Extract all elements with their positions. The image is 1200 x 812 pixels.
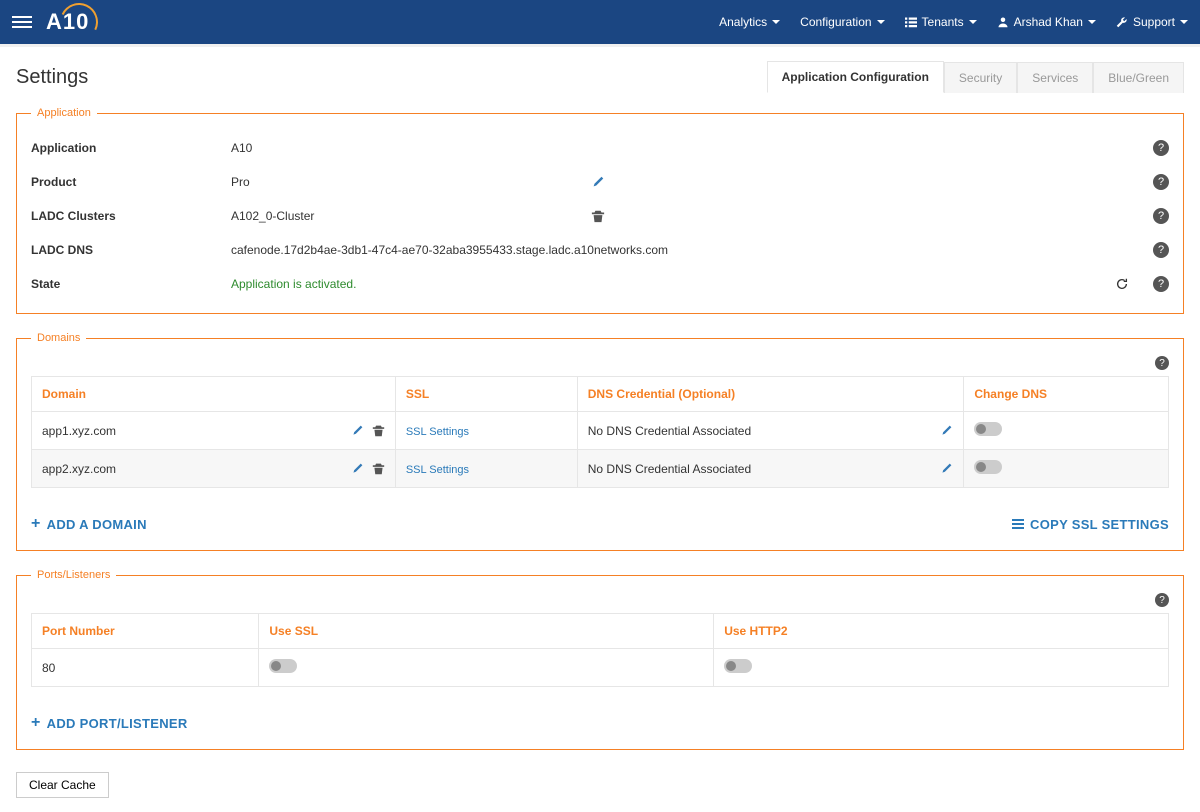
delete-icon[interactable] <box>372 462 385 475</box>
nav-configuration[interactable]: Configuration <box>800 15 884 29</box>
page-header: Settings Application Configuration Secur… <box>16 61 1184 93</box>
row-clusters: LADC Clusters A102_0-Cluster ? <box>31 199 1169 233</box>
application-legend: Application <box>31 107 97 119</box>
brand-logo[interactable]: A10 <box>46 9 89 35</box>
help-icon[interactable]: ? <box>1155 356 1169 370</box>
use-ssl-toggle[interactable] <box>269 659 297 673</box>
domain-name: app2.xyz.com <box>42 462 351 476</box>
domains-actions: +Add A Domain Copy SSL Settings <box>31 488 1169 538</box>
help-icon[interactable]: ? <box>1153 174 1169 190</box>
domain-name: app1.xyz.com <box>42 424 351 438</box>
col-use-ssl: Use SSL <box>259 614 714 649</box>
table-row: app1.xyz.com SSL Settings No DNS Credent… <box>32 412 1169 450</box>
domains-table: Domain SSL DNS Credential (Optional) Cha… <box>31 376 1169 488</box>
nav-analytics[interactable]: Analytics <box>719 15 780 29</box>
nav-user[interactable]: Arshad Khan <box>997 15 1096 29</box>
edit-icon[interactable] <box>940 462 953 475</box>
col-domain: Domain <box>32 377 396 412</box>
chevron-down-icon <box>1180 20 1188 24</box>
copy-ssl-settings-button[interactable]: Copy SSL Settings <box>1012 517 1169 532</box>
table-row: 80 <box>32 649 1169 687</box>
page-title: Settings <box>16 66 88 89</box>
ports-legend: Ports/Listeners <box>31 569 116 581</box>
edit-icon[interactable] <box>351 462 364 475</box>
change-dns-toggle[interactable] <box>974 422 1002 436</box>
nav-tenants[interactable]: Tenants <box>905 15 977 29</box>
application-section: Application Application A10 ? Product Pr… <box>16 107 1184 314</box>
edit-icon[interactable] <box>351 424 364 437</box>
chevron-down-icon <box>969 20 977 24</box>
help-icon[interactable]: ? <box>1153 276 1169 292</box>
plus-icon: + <box>31 715 41 731</box>
help-icon[interactable]: ? <box>1155 593 1169 607</box>
edit-icon[interactable] <box>591 175 611 189</box>
chevron-down-icon <box>772 20 780 24</box>
ports-actions: +Add Port/Listener <box>31 687 1169 737</box>
use-http2-toggle[interactable] <box>724 659 752 673</box>
wrench-icon <box>1116 16 1128 28</box>
col-dns-credential: DNS Credential (Optional) <box>577 377 964 412</box>
row-state: State Application is activated. ? <box>31 267 1169 301</box>
row-application: Application A10 ? <box>31 131 1169 165</box>
chevron-down-icon <box>877 20 885 24</box>
nav-support[interactable]: Support <box>1116 15 1188 29</box>
hamburger-menu-icon[interactable] <box>12 16 32 28</box>
list-icon <box>905 16 917 28</box>
refresh-icon[interactable] <box>1115 277 1129 291</box>
add-domain-button[interactable]: +Add A Domain <box>31 516 147 532</box>
plus-icon: + <box>31 516 41 532</box>
ssl-settings-link[interactable]: SSL Settings <box>406 426 469 438</box>
dns-credential-text: No DNS Credential Associated <box>588 462 941 476</box>
ports-section: Ports/Listeners ? Port Number Use SSL Us… <box>16 569 1184 750</box>
col-ssl: SSL <box>395 377 577 412</box>
port-number: 80 <box>32 649 259 687</box>
ports-table: Port Number Use SSL Use HTTP2 80 <box>31 613 1169 687</box>
tab-application-configuration[interactable]: Application Configuration <box>767 61 944 93</box>
top-nav-right: Analytics Configuration Tenants Arshad K… <box>719 15 1188 29</box>
top-navbar: A10 Analytics Configuration Tenants Arsh… <box>0 0 1200 44</box>
edit-icon[interactable] <box>940 424 953 437</box>
col-change-dns: Change DNS <box>964 377 1169 412</box>
add-port-listener-button[interactable]: +Add Port/Listener <box>31 715 188 731</box>
col-use-http2: Use HTTP2 <box>714 614 1169 649</box>
domains-legend: Domains <box>31 332 86 344</box>
clear-cache-button[interactable]: Clear Cache <box>16 772 109 798</box>
help-icon[interactable]: ? <box>1153 208 1169 224</box>
page-body: Settings Application Configuration Secur… <box>0 47 1200 812</box>
domains-section: Domains ? Domain SSL DNS Credential (Opt… <box>16 332 1184 551</box>
list-icon <box>1012 519 1024 529</box>
change-dns-toggle[interactable] <box>974 460 1002 474</box>
table-row: app2.xyz.com SSL Settings No DNS Credent… <box>32 450 1169 488</box>
user-icon <box>997 16 1009 28</box>
tab-services[interactable]: Services <box>1017 62 1093 93</box>
help-icon[interactable]: ? <box>1153 242 1169 258</box>
dns-credential-text: No DNS Credential Associated <box>588 424 941 438</box>
chevron-down-icon <box>1088 20 1096 24</box>
tab-blue-green[interactable]: Blue/Green <box>1093 62 1184 93</box>
delete-icon[interactable] <box>591 209 611 223</box>
settings-tabs: Application Configuration Security Servi… <box>767 61 1184 93</box>
row-product: Product Pro ? <box>31 165 1169 199</box>
help-icon[interactable]: ? <box>1153 140 1169 156</box>
row-ladc-dns: LADC DNS cafenode.17d2b4ae-3db1-47c4-ae7… <box>31 233 1169 267</box>
tab-security[interactable]: Security <box>944 62 1017 93</box>
delete-icon[interactable] <box>372 424 385 437</box>
col-port-number: Port Number <box>32 614 259 649</box>
ssl-settings-link[interactable]: SSL Settings <box>406 464 469 476</box>
